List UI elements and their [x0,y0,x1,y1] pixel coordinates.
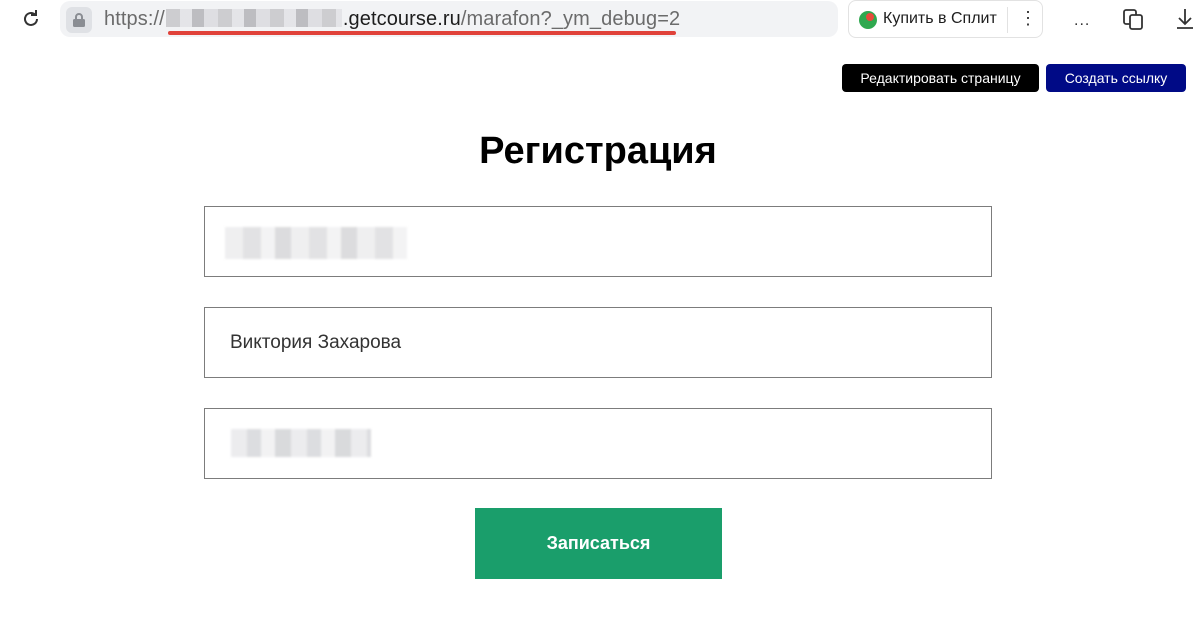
phone-field[interactable] [204,408,992,479]
download-icon[interactable] [1172,6,1198,32]
redacted-subdomain [165,9,342,27]
split-logo-icon [859,11,877,29]
url-scheme: https:// [104,8,165,30]
page-title: Регистрация [479,130,717,172]
url-text: https:// .getcourse.ru/marafon?_ym_debug=… [104,8,680,31]
submit-button[interactable]: Записаться [475,508,722,579]
lock-icon[interactable] [66,7,92,33]
email-field[interactable] [204,206,992,277]
redacted-phone-value [231,429,371,457]
kebab-menu-icon[interactable]: ⋮ [1019,9,1037,27]
reload-icon[interactable] [18,6,44,32]
create-link-button[interactable]: Создать ссылку [1046,64,1186,92]
name-field[interactable]: Виктория Захарова [204,307,992,378]
redacted-email-value [225,227,407,259]
browser-toolbar: https:// .getcourse.ru/marafon?_ym_debug=… [0,0,1200,40]
translate-icon[interactable] [1120,6,1146,32]
split-button[interactable]: Купить в Сплит ⋮ [848,0,1043,38]
divider [1007,7,1008,33]
url-highlight-underline [168,31,676,35]
name-field-value: Виктория Захарова [230,332,402,353]
more-menu[interactable]: ... [1074,12,1090,30]
url-domain: .getcourse.ru [342,8,461,30]
url-path: /marafon?_ym_debug=2 [460,8,681,30]
edit-page-button[interactable]: Редактировать страницу [842,64,1039,92]
split-button-label: Купить в Сплит [883,10,997,27]
